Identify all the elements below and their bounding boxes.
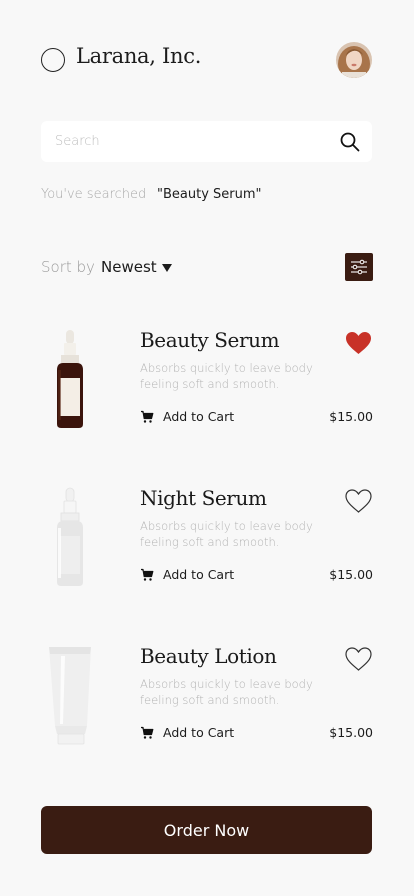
heart-icon[interactable]: [344, 646, 373, 672]
filter-button[interactable]: [345, 253, 373, 281]
search-icon[interactable]: [339, 131, 361, 153]
add-to-cart-label: Add to Cart: [163, 567, 235, 582]
product-price: $15.00: [329, 409, 373, 424]
product-name: Beauty Serum: [140, 328, 280, 352]
product-image-amber-bottle: [57, 330, 83, 428]
searched-label: You've searched: [41, 187, 147, 202]
sliders-icon: [351, 259, 367, 275]
brand-name: Larana, Inc.: [76, 44, 202, 68]
heart-icon[interactable]: [344, 488, 373, 514]
product-price: $15.00: [329, 567, 373, 582]
search-box: [41, 121, 372, 162]
product-description: Absorbs quickly to leave body feeling so…: [140, 677, 313, 707]
add-to-cart-label: Add to Cart: [163, 725, 235, 740]
add-to-cart-button[interactable]: Add to Cart: [140, 567, 234, 582]
cart-icon: [141, 726, 154, 739]
heart-icon[interactable]: [344, 330, 373, 356]
product-price: $15.00: [329, 725, 373, 740]
product-name: Night Serum: [140, 486, 267, 510]
avatar-image: [336, 42, 372, 78]
product-description: Absorbs quickly to leave body feeling so…: [140, 361, 313, 391]
add-to-cart-button[interactable]: Add to Cart: [140, 409, 234, 424]
sort-label: Sort by: [41, 258, 95, 276]
search-input[interactable]: [55, 121, 325, 162]
product-card[interactable]: Beauty Lotion Absorbs quickly to leave b…: [41, 644, 373, 754]
sort-value: Newest: [101, 258, 157, 276]
brand-logo-circle: [41, 48, 65, 72]
product-name: Beauty Lotion: [140, 644, 277, 668]
add-to-cart-button[interactable]: Add to Cart: [140, 725, 234, 740]
product-image-lotion-tube: [49, 647, 91, 745]
searched-query: "Beauty Serum": [157, 187, 262, 202]
caret-down-icon: [161, 264, 172, 272]
product-card[interactable]: Beauty Serum Absorbs quickly to leave bo…: [41, 328, 373, 438]
order-now-button[interactable]: Order Now: [41, 806, 372, 854]
product-description: Absorbs quickly to leave body feeling so…: [140, 519, 313, 549]
add-to-cart-label: Add to Cart: [163, 409, 235, 424]
cart-icon: [141, 568, 154, 581]
product-image-white-bottle: [57, 487, 83, 586]
cart-icon: [141, 410, 154, 423]
avatar[interactable]: [336, 42, 372, 78]
product-card[interactable]: Night Serum Absorbs quickly to leave bod…: [41, 486, 373, 596]
sort-dropdown[interactable]: Newest: [101, 258, 172, 276]
